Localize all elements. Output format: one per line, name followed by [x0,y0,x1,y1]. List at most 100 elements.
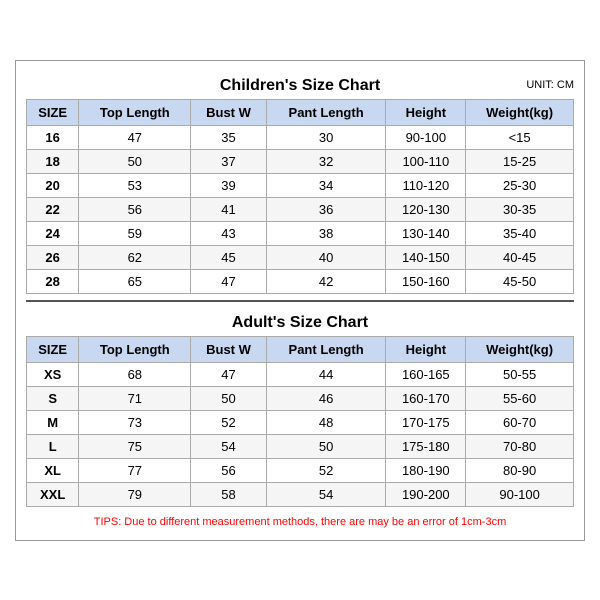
table-cell: 54 [266,482,386,506]
children-header-bust-w: Bust W [191,99,266,125]
table-cell: 90-100 [386,125,466,149]
table-cell: 54 [191,434,266,458]
table-cell: 47 [191,269,266,293]
table-cell: 53 [79,173,191,197]
table-cell: 56 [191,458,266,482]
adults-title-text: Adult's Size Chart [232,314,368,331]
table-cell: 40 [266,245,386,269]
table-cell: 71 [79,386,191,410]
table-row: XL775652180-19080-90 [27,458,574,482]
table-cell: 28 [27,269,79,293]
table-row: L755450175-18070-80 [27,434,574,458]
adults-header-bust-w: Bust W [191,336,266,362]
table-row: 22564136120-13030-35 [27,197,574,221]
children-header-size: SIZE [27,99,79,125]
children-header-weight: Weight(kg) [466,99,574,125]
table-cell: XL [27,458,79,482]
children-table-body: 1647353090-100<1518503732100-11015-25205… [27,125,574,293]
table-cell: 180-190 [386,458,466,482]
adults-header-row: SIZE Top Length Bust W Pant Length Heigh… [27,336,574,362]
children-size-table: SIZE Top Length Bust W Pant Length Heigh… [26,99,574,294]
size-chart-container: Children's Size Chart UNIT: CM SIZE Top … [15,60,585,541]
table-row: 1647353090-100<15 [27,125,574,149]
table-cell: 90-100 [466,482,574,506]
table-cell: 110-120 [386,173,466,197]
table-cell: 38 [266,221,386,245]
tips-text: TIPS: Due to different measurement metho… [26,511,574,530]
children-header-row: SIZE Top Length Bust W Pant Length Heigh… [27,99,574,125]
table-cell: 160-170 [386,386,466,410]
table-cell: 79 [79,482,191,506]
adults-table-body: XS684744160-16550-55S715046160-17055-60M… [27,362,574,506]
table-cell: 120-130 [386,197,466,221]
unit-label: UNIT: CM [526,79,574,91]
table-cell: 175-180 [386,434,466,458]
table-cell: 40-45 [466,245,574,269]
table-cell: 47 [191,362,266,386]
table-cell: 68 [79,362,191,386]
table-cell: 35-40 [466,221,574,245]
adults-header-top-length: Top Length [79,336,191,362]
table-cell: 36 [266,197,386,221]
section-divider [26,300,574,302]
table-cell: 30-35 [466,197,574,221]
table-cell: 41 [191,197,266,221]
table-cell: 47 [79,125,191,149]
children-section-title: Children's Size Chart UNIT: CM [26,71,574,99]
table-cell: 170-175 [386,410,466,434]
table-cell: 52 [266,458,386,482]
table-cell: 45 [191,245,266,269]
table-cell: XXL [27,482,79,506]
adults-section-title: Adult's Size Chart [26,308,574,336]
table-cell: 50-55 [466,362,574,386]
table-cell: 48 [266,410,386,434]
table-cell: 46 [266,386,386,410]
table-cell: 50 [79,149,191,173]
adults-header-weight: Weight(kg) [466,336,574,362]
table-cell: 42 [266,269,386,293]
table-cell: 39 [191,173,266,197]
table-cell: 52 [191,410,266,434]
table-cell: 55-60 [466,386,574,410]
table-cell: 44 [266,362,386,386]
table-cell: 16 [27,125,79,149]
table-cell: 59 [79,221,191,245]
table-cell: 140-150 [386,245,466,269]
table-row: XS684744160-16550-55 [27,362,574,386]
table-cell: 58 [191,482,266,506]
table-cell: 20 [27,173,79,197]
children-header-height: Height [386,99,466,125]
table-cell: S [27,386,79,410]
table-cell: 24 [27,221,79,245]
table-cell: 34 [266,173,386,197]
table-row: 24594338130-14035-40 [27,221,574,245]
table-cell: 62 [79,245,191,269]
table-cell: 75 [79,434,191,458]
table-cell: 160-165 [386,362,466,386]
table-cell: 80-90 [466,458,574,482]
table-cell: 22 [27,197,79,221]
table-cell: 130-140 [386,221,466,245]
table-row: 18503732100-11015-25 [27,149,574,173]
table-cell: 45-50 [466,269,574,293]
adults-header-height: Height [386,336,466,362]
children-header-pant-length: Pant Length [266,99,386,125]
adults-size-table: SIZE Top Length Bust W Pant Length Heigh… [26,336,574,507]
table-cell: 18 [27,149,79,173]
table-cell: XS [27,362,79,386]
table-cell: <15 [466,125,574,149]
table-cell: L [27,434,79,458]
adults-header-size: SIZE [27,336,79,362]
table-cell: 26 [27,245,79,269]
table-cell: 70-80 [466,434,574,458]
table-row: S715046160-17055-60 [27,386,574,410]
table-cell: 15-25 [466,149,574,173]
children-title-text: Children's Size Chart [220,77,380,94]
table-cell: 37 [191,149,266,173]
table-row: 20533934110-12025-30 [27,173,574,197]
adults-header-pant-length: Pant Length [266,336,386,362]
table-row: M735248170-17560-70 [27,410,574,434]
table-row: XXL795854190-20090-100 [27,482,574,506]
table-cell: 32 [266,149,386,173]
table-cell: 60-70 [466,410,574,434]
